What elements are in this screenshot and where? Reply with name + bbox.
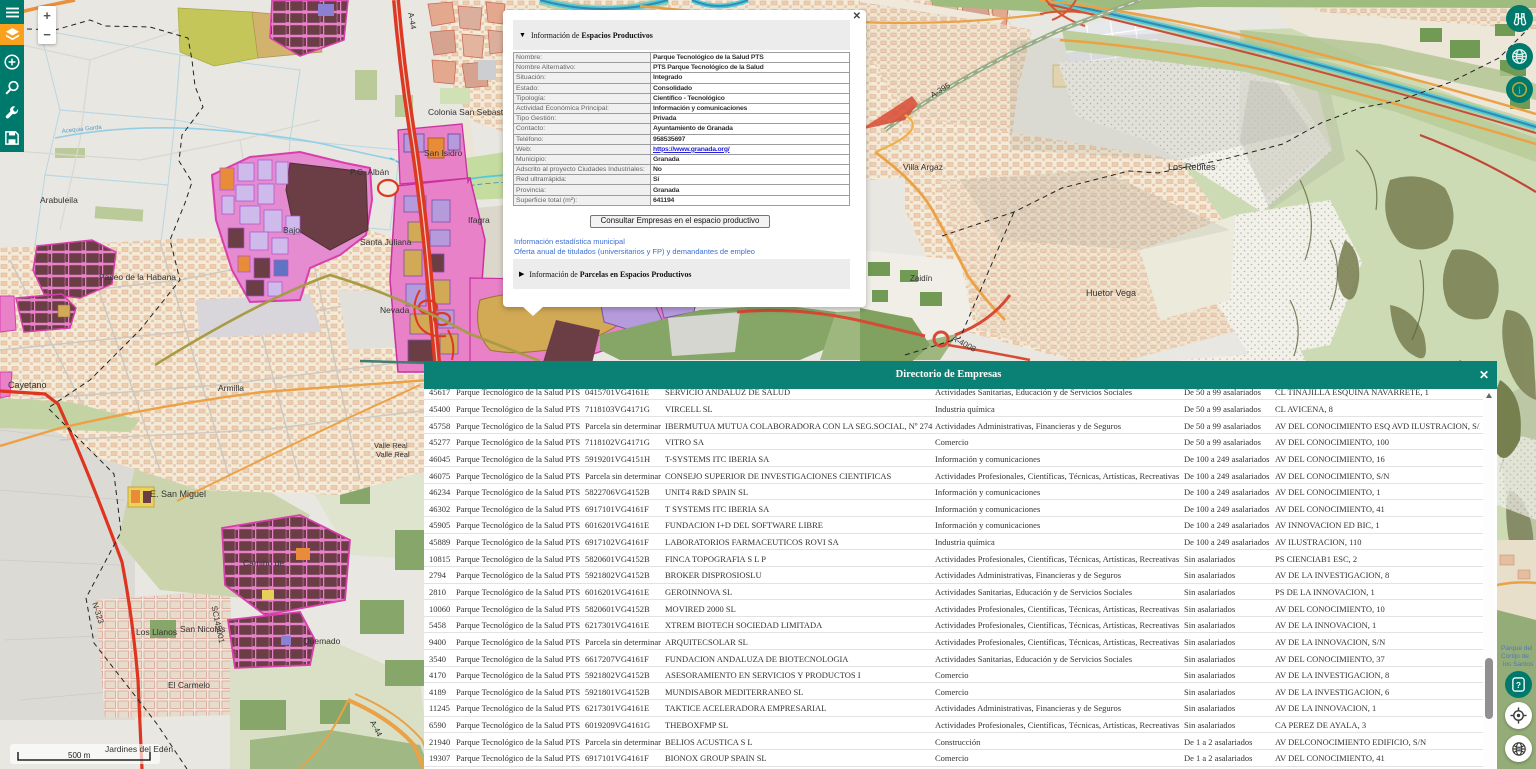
svg-text:Nevada: Nevada [380, 305, 410, 315]
svg-text:Cortijo de: Cortijo de [1501, 653, 1529, 660]
svg-text:Ifagra: Ifagra [468, 215, 490, 225]
svg-text:Arabuleila: Arabuleila [40, 195, 78, 205]
svg-text:Villa Argaz: Villa Argaz [903, 162, 943, 172]
svg-text:Huetor Vega: Huetor Vega [1086, 288, 1136, 298]
svg-text:E. San Miguel: E. San Miguel [150, 489, 206, 499]
svg-text:Zaidín: Zaidín [910, 274, 932, 283]
svg-text:P.C. Albán: P.C. Albán [350, 167, 389, 177]
svg-text:i: i [1518, 85, 1521, 96]
svg-text:Camino de: Camino de [243, 558, 284, 568]
svg-text:Cayetano: Cayetano [8, 380, 47, 390]
svg-text:Valle Real: Valle Real [376, 450, 410, 459]
svg-text:Paseo de la Habana: Paseo de la Habana [99, 272, 176, 282]
svg-text:Valle Real: Valle Real [374, 441, 408, 450]
svg-text:los Santos: los Santos [1503, 661, 1534, 668]
svg-text:Quemado: Quemado [303, 636, 341, 646]
svg-text:Los Llanos: Los Llanos [136, 627, 177, 637]
svg-text:500 m: 500 m [68, 751, 91, 760]
svg-text:Jardines del Edén: Jardines del Edén [105, 744, 173, 754]
svg-text:San Isidro: San Isidro [424, 148, 463, 158]
svg-text:Bajo: Bajo [283, 225, 300, 235]
svg-text:Parque del: Parque del [1501, 645, 1533, 652]
svg-text:Colonia San Sebasti: Colonia San Sebasti [428, 107, 505, 117]
svg-text:Armilla: Armilla [218, 383, 244, 393]
svg-text:El Carmelo: El Carmelo [168, 680, 210, 690]
svg-text:Los Rebites: Los Rebites [1168, 162, 1216, 172]
svg-text:?: ? [1516, 680, 1521, 690]
svg-text:Santa Juliana: Santa Juliana [360, 237, 412, 247]
